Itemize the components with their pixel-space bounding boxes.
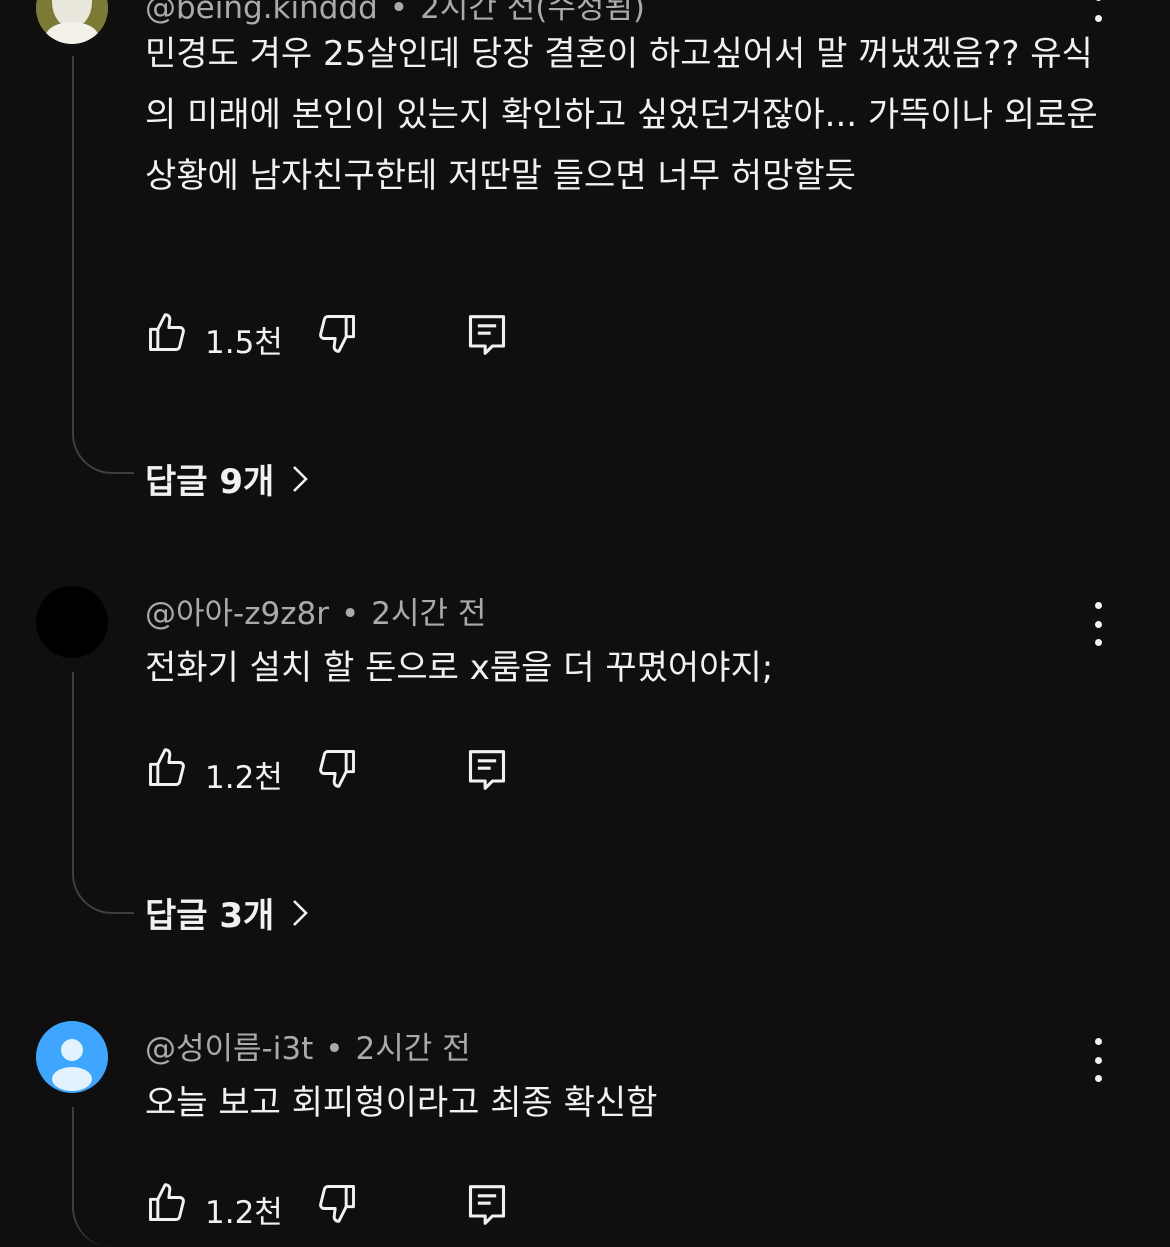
reply-icon[interactable] xyxy=(465,311,509,359)
view-replies-button[interactable]: 답글 3개 xyxy=(145,888,312,937)
thread-line xyxy=(72,56,134,474)
dislike-icon[interactable] xyxy=(315,311,359,355)
meta-separator: • xyxy=(325,1031,344,1067)
comment-actions: 1.5천 xyxy=(145,311,545,361)
comment-actions: 1.2천 xyxy=(145,1181,545,1231)
reply-icon[interactable] xyxy=(465,746,509,794)
comment-meta: @성이름-i3t • 2시간 전 xyxy=(145,1023,471,1068)
comment-time: 2시간 전 xyxy=(355,1031,471,1067)
like-count: 1.5천 xyxy=(205,325,283,361)
view-replies-button[interactable]: 답글 9개 xyxy=(145,454,312,503)
comment-actions: 1.2천 xyxy=(145,746,545,796)
avatar-image xyxy=(36,0,108,44)
comment-time: 2시간 전 xyxy=(371,596,487,632)
comment-meta: @아아-z9z8r • 2시간 전 xyxy=(145,588,486,633)
reply-icon[interactable] xyxy=(465,1181,509,1229)
like-icon[interactable] xyxy=(145,1181,189,1225)
comment-meta: @being.kinddd • 2시간 전(수정됨) xyxy=(145,0,645,27)
thread-line xyxy=(72,672,134,914)
dislike-icon[interactable] xyxy=(315,1181,359,1225)
like-icon[interactable] xyxy=(145,311,189,355)
chevron-right-icon xyxy=(293,465,309,492)
like-icon[interactable] xyxy=(145,746,189,790)
dislike-icon[interactable] xyxy=(315,746,359,790)
author-handle[interactable]: @being.kinddd xyxy=(145,0,378,26)
meta-separator: • xyxy=(340,596,360,632)
comment-text: 오늘 보고 회피형이라고 최종 확신함 xyxy=(145,1083,658,1123)
default-avatar-icon xyxy=(52,1039,92,1091)
chevron-right-icon xyxy=(293,899,309,926)
replies-count: 답글 3개 xyxy=(145,896,275,936)
meta-separator: • xyxy=(389,0,409,26)
more-icon[interactable] xyxy=(1082,0,1114,22)
comment-text: 민경도 겨우 25살인데 당장 결혼이 하고싶어서 말 꺼냈겠음?? 유식의 미… xyxy=(145,34,1098,196)
replies-count: 답글 9개 xyxy=(145,462,275,502)
avatar[interactable] xyxy=(36,586,108,658)
comment-text: 전화기 설치 할 돈으로 x룸을 더 꾸몄어야지; xyxy=(145,648,774,688)
thread-line xyxy=(72,1107,134,1247)
author-handle[interactable]: @성이름-i3t xyxy=(145,1031,313,1067)
like-count: 1.2천 xyxy=(205,760,283,796)
avatar[interactable] xyxy=(36,0,108,44)
avatar[interactable] xyxy=(36,1021,108,1093)
author-handle[interactable]: @아아-z9z8r xyxy=(145,596,329,632)
comment-time: 2시간 전(수정됨) xyxy=(420,0,645,26)
like-count: 1.2천 xyxy=(205,1195,283,1231)
